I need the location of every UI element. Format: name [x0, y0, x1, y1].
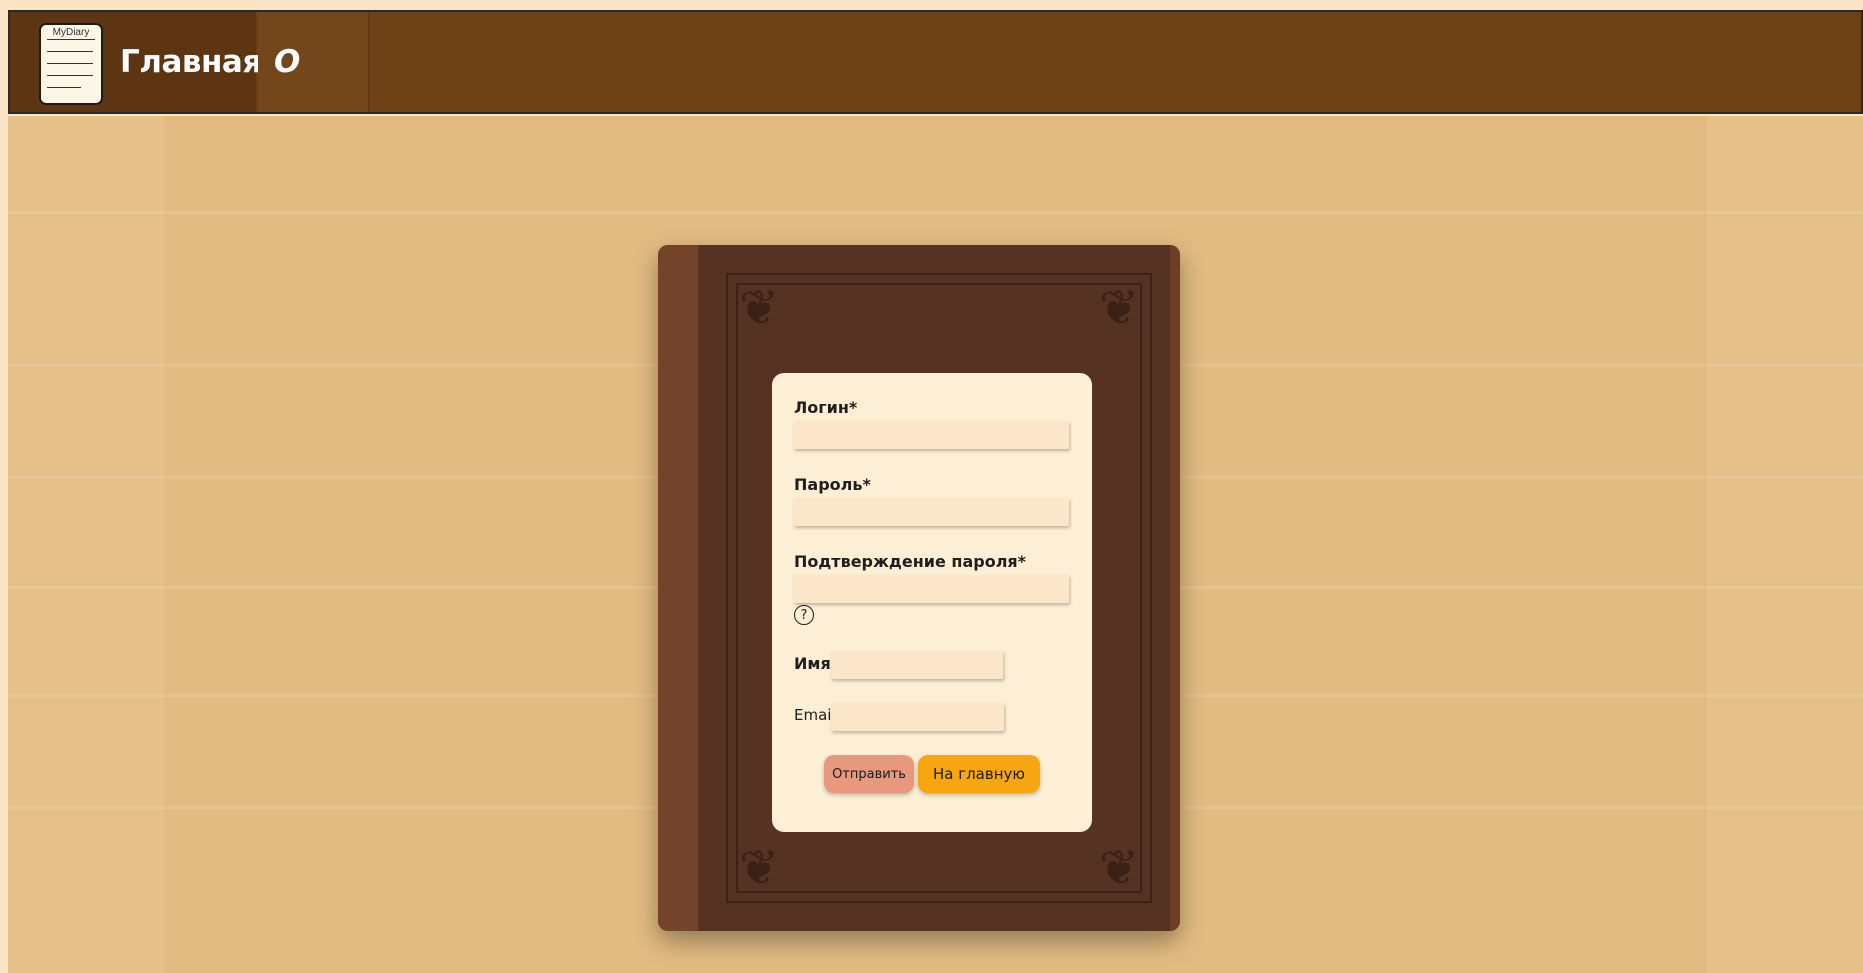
email-label: Email [794, 706, 836, 724]
logo-line [47, 75, 93, 76]
logo-line [47, 51, 93, 52]
logo-line [47, 63, 93, 64]
registration-form: Логин* Пароль* Подтверждение пароля* ? И… [772, 373, 1092, 832]
name-label: Имя [794, 654, 831, 673]
nav-link-home[interactable]: Главная [120, 12, 262, 112]
corner-ornament-icon: ❦ [1098, 840, 1140, 896]
password-input[interactable] [794, 498, 1069, 526]
confirm-password-label: Подтверждение пароля* [794, 552, 1027, 571]
home-button[interactable]: На главную [918, 755, 1040, 793]
corner-ornament-icon: ❦ [1098, 280, 1140, 336]
password-label: Пароль* [794, 475, 871, 494]
logo[interactable]: MyDiary [39, 23, 103, 105]
logo-line [47, 39, 95, 40]
help-icon[interactable]: ? [794, 605, 814, 625]
corner-ornament-icon: ❦ [738, 280, 780, 336]
book-edge [1170, 245, 1180, 931]
logo-line [47, 87, 81, 88]
email-input[interactable] [831, 703, 1004, 731]
submit-button[interactable]: Отправить [824, 755, 914, 793]
corner-ornament-icon: ❦ [738, 840, 780, 896]
login-input[interactable] [794, 421, 1069, 449]
nav-about-section: О нас [258, 12, 369, 180]
logo-text: MyDiary [52, 27, 90, 38]
nav-home-section: MyDiary Главная [10, 12, 262, 112]
top-navbar: MyDiary Главная О нас [8, 10, 1863, 180]
login-label: Логин* [794, 398, 858, 417]
wood-grain [8, 211, 1863, 214]
book-spine [658, 245, 698, 931]
name-input[interactable] [831, 651, 1003, 679]
nav-link-about[interactable]: О нас [274, 12, 368, 180]
confirm-password-input[interactable] [794, 575, 1069, 603]
